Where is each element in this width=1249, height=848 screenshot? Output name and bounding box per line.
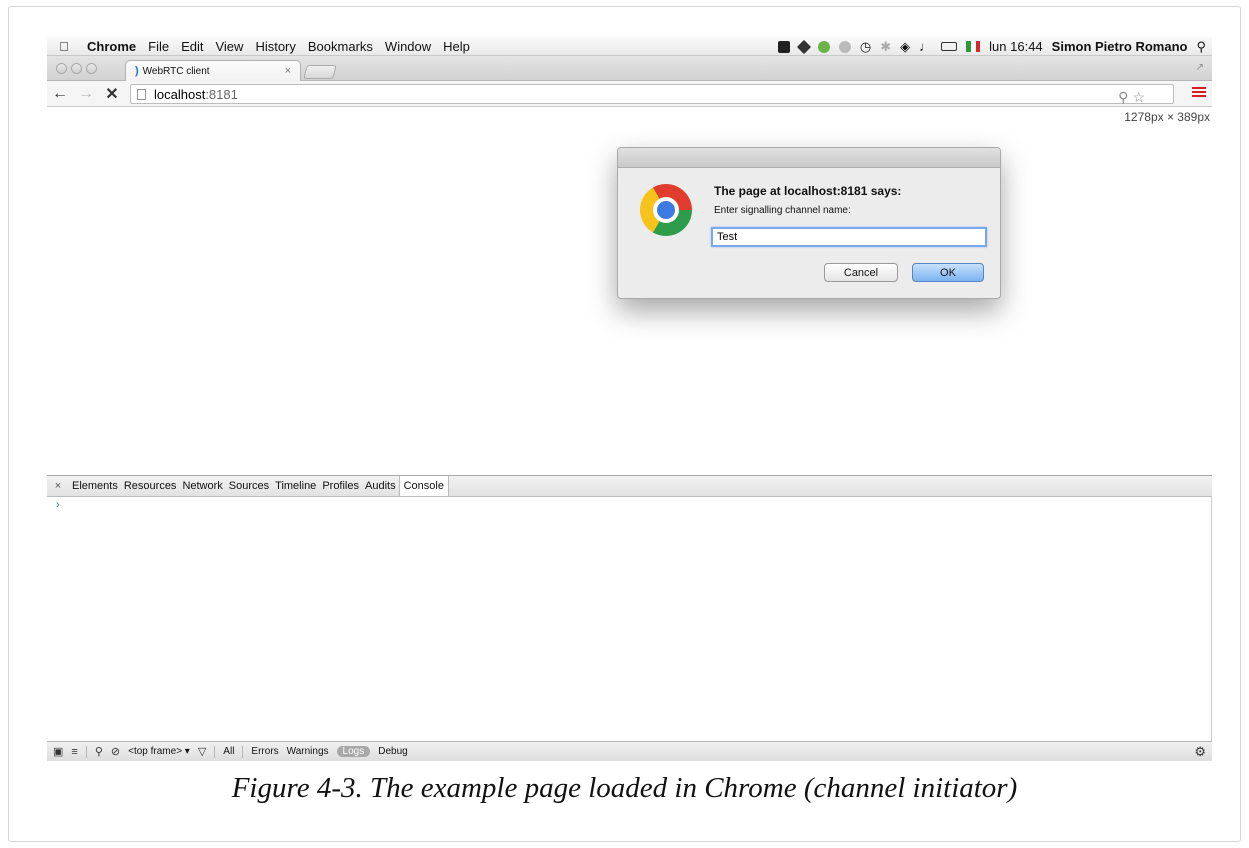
level-debug[interactable]: Debug [378, 746, 407, 757]
stop-button[interactable]: ✕ [99, 84, 125, 104]
spotlight-search-icon[interactable]: ⚲ [1196, 39, 1206, 55]
search-icon[interactable]: ⚲ [95, 745, 103, 758]
sync-icon[interactable] [817, 40, 830, 53]
menu-window[interactable]: Window [379, 39, 437, 54]
divider [85, 745, 87, 758]
italian-flag-icon[interactable] [966, 41, 981, 52]
menu-view[interactable]: View [209, 39, 249, 54]
js-prompt-dialog: The page at localhost:8181 says: Enter s… [617, 147, 1001, 299]
bookmark-star-icon[interactable]: ☆ [1132, 89, 1145, 106]
devtools-status-bar: ▣ ≡ ⚲ ⊘ <top frame> ▾ ▽ All Errors Warni… [47, 741, 1212, 761]
mac-menubar:  Chrome File Edit View History Bookmark… [47, 37, 1212, 56]
close-window-button[interactable] [56, 63, 67, 74]
tab-title: WebRTC client [142, 65, 210, 77]
devtools-tab-resources[interactable]: Resources [121, 480, 180, 492]
devtools-tab-console[interactable]: Console [398, 476, 449, 496]
menubar-user[interactable]: Simon Pietro Romano [1052, 39, 1188, 54]
show-drawer-icon[interactable]: ≡ [71, 746, 77, 758]
menubar-status-area: ◷ ✱ ◈ ♩ lun 16:44 Simon Pietro Romano ⚲ [777, 37, 1206, 56]
devtools-tab-timeline[interactable]: Timeline [272, 480, 319, 492]
dialog-titlebar [618, 148, 1000, 168]
tab-strip: ) WebRTC client × ↗ [47, 56, 1212, 81]
devtools-tab-elements[interactable]: Elements [69, 480, 121, 492]
frame-selector[interactable]: <top frame> ▾ [128, 746, 190, 757]
divider [242, 745, 244, 758]
dialog-heading: The page at localhost:8181 says: [714, 184, 902, 198]
drive-icon[interactable] [796, 39, 811, 54]
menu-edit[interactable]: Edit [175, 39, 209, 54]
devtools-tab-bar: × Elements Resources Network Sources Tim… [47, 475, 1212, 497]
level-all[interactable]: All [223, 746, 234, 757]
devtools-tab-network[interactable]: Network [179, 480, 225, 492]
channel-name-input[interactable] [711, 227, 987, 247]
new-tab-button[interactable] [303, 65, 337, 79]
devtools-tab-audits[interactable]: Audits [362, 480, 399, 492]
url-port: :8181 [205, 86, 238, 102]
zoom-window-button[interactable] [86, 63, 97, 74]
forward-button[interactable]: → [73, 85, 99, 103]
filter-icon[interactable]: ▽ [198, 745, 206, 758]
menu-bookmarks[interactable]: Bookmarks [302, 39, 379, 54]
menu-help[interactable]: Help [437, 39, 476, 54]
console-prompt: › [56, 499, 60, 511]
browser-tab[interactable]: ) WebRTC client × [125, 60, 301, 81]
menu-app-name[interactable]: Chrome [81, 39, 142, 54]
gear-icon[interactable]: ⚙ [1194, 744, 1206, 760]
wifi-icon[interactable]: ◈ [900, 39, 910, 55]
figure-caption: Figure 4-3. The example page loaded in C… [231, 772, 1018, 804]
ok-button[interactable]: OK [912, 263, 984, 282]
apple-icon[interactable]:  [47, 39, 81, 54]
battery-icon[interactable] [941, 42, 958, 51]
level-errors[interactable]: Errors [251, 746, 278, 757]
chrome-menu-icon[interactable] [1192, 85, 1206, 99]
viewport-dimensions: 1278px × 389px [1124, 110, 1210, 124]
window-controls [56, 63, 97, 74]
zoom-icon[interactable]: ⚲ [1118, 89, 1128, 106]
url-host: localhost [154, 86, 206, 102]
volume-icon[interactable]: ♩ [919, 39, 932, 54]
level-logs[interactable]: Logs [336, 746, 371, 757]
menu-file[interactable]: File [142, 39, 175, 54]
minimize-window-button[interactable] [71, 63, 82, 74]
time-machine-icon[interactable]: ◷ [860, 39, 871, 55]
dock-icon[interactable]: ▣ [53, 745, 63, 758]
dropbox-icon[interactable] [777, 40, 790, 53]
console-panel[interactable]: › [47, 497, 1212, 741]
page-icon [137, 88, 146, 100]
devtools-tab-sources[interactable]: Sources [226, 480, 272, 492]
divider [214, 745, 216, 758]
tab-favicon-icon: ) [135, 65, 139, 77]
camera-icon[interactable] [838, 40, 851, 53]
menu-history[interactable]: History [249, 39, 301, 54]
fullscreen-icon[interactable]: ↗ [1196, 62, 1204, 73]
dialog-message: Enter signalling channel name: [714, 205, 851, 216]
devtools-tab-profiles[interactable]: Profiles [319, 480, 362, 492]
page-viewport: 1278px × 389px The page at localhost:818… [47, 107, 1212, 475]
chrome-logo-icon [640, 184, 692, 236]
screenshot:  Chrome File Edit View History Bookmark… [47, 37, 1212, 761]
clear-console-icon[interactable]: ⊘ [111, 745, 120, 758]
bluetooth-icon[interactable]: ✱ [880, 39, 891, 55]
back-button[interactable]: ← [47, 85, 73, 103]
address-bar[interactable]: localhost:8181 ⚲ ☆ [130, 84, 1174, 106]
menubar-clock[interactable]: lun 16:44 [989, 39, 1043, 54]
browser-toolbar: ← → ✕ localhost:8181 ⚲ ☆ [47, 81, 1212, 107]
level-warnings[interactable]: Warnings [287, 746, 329, 757]
devtools-close-icon[interactable]: × [47, 480, 69, 492]
cancel-button[interactable]: Cancel [824, 263, 898, 282]
tab-close-icon[interactable]: × [285, 65, 291, 77]
